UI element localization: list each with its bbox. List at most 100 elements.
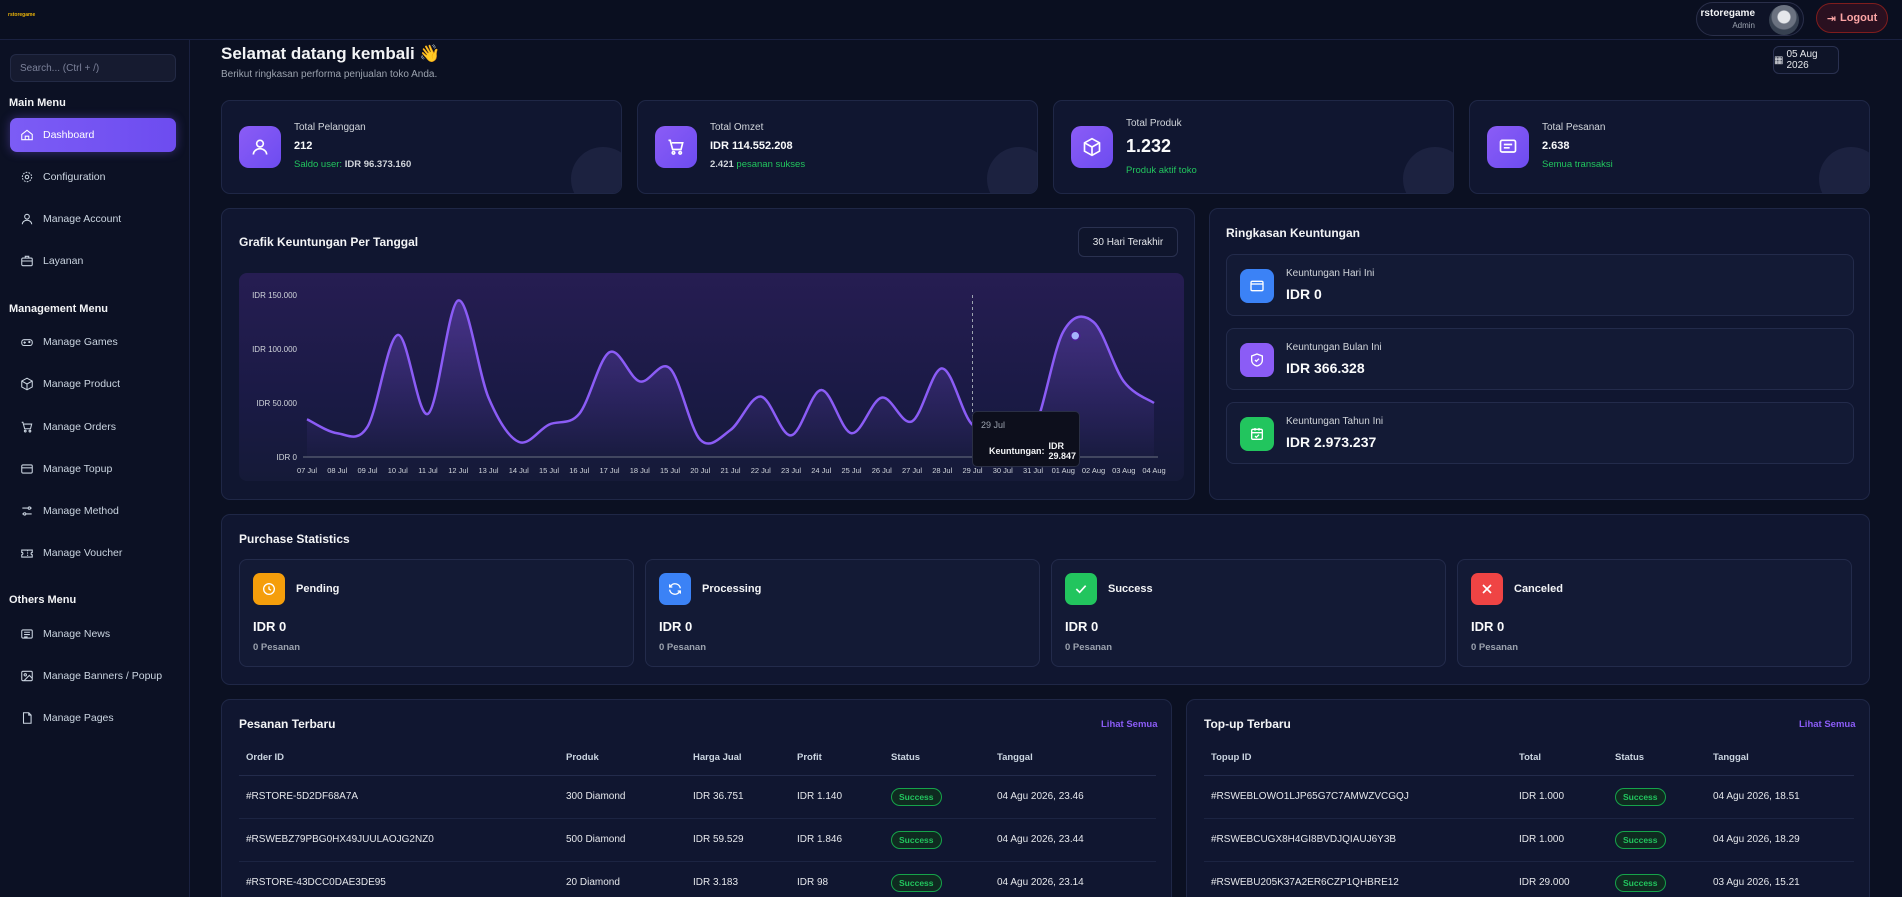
topups-see-all-link[interactable]: Lihat Semua (1799, 719, 1856, 730)
table-row[interactable]: #RSWEBLOWO1LJP65G7C7AMWZVCGQJ IDR 1.000 Su… (1204, 775, 1854, 819)
sidebar-item-label: Manage News (43, 628, 111, 640)
table-cell: IDR 3.183 (686, 861, 790, 897)
sidebar-item-manage-account[interactable]: Manage Account (10, 202, 176, 236)
table-cell: 04 Agu 2026, 18.51 (1706, 775, 1854, 819)
avatar (1769, 5, 1799, 35)
summary-value: IDR 2.973.237 (1286, 434, 1377, 450)
orders-see-all-link[interactable]: Lihat Semua (1101, 719, 1158, 730)
sidebar-item-manage-news[interactable]: Manage News (10, 617, 176, 651)
file-icon (20, 711, 34, 725)
table-cell: Success (1608, 818, 1706, 862)
table-cell: IDR 1.140 (790, 775, 884, 819)
orders-title: Pesanan Terbaru (239, 717, 336, 731)
status-label: Canceled (1514, 583, 1563, 595)
summary-label: Keuntungan Tahun Ini (1286, 416, 1384, 427)
y-tick-label: IDR 0 (277, 453, 298, 462)
column-header[interactable]: Produk (559, 741, 686, 776)
table-row[interactable]: #RSTORE-5D2DF68A7A 300 Diamond IDR 36.751 I… (239, 775, 1156, 819)
column-header[interactable]: Status (884, 741, 990, 776)
summary-year: Keuntungan Tahun Ini IDR 2.973.237 (1226, 402, 1854, 464)
ticket-icon (20, 546, 34, 560)
table-cell: 04 Agu 2026, 23.46 (990, 775, 1156, 819)
table-cell: #RSWEBLOWO1LJP65G7C7AMWZVCGQJ (1204, 775, 1512, 819)
x-tick-label: 28 Jul (932, 466, 952, 475)
x-tick-label: 17 Jul (599, 466, 619, 475)
status-value: IDR 0 (253, 619, 287, 634)
sidebar-item-manage-voucher[interactable]: Manage Voucher (10, 536, 176, 570)
stat-label: Total Omzet (710, 122, 764, 133)
sidebar-item-layanan[interactable]: Layanan (10, 244, 176, 278)
x-tick-label: 01 Aug (1052, 466, 1075, 475)
logout-button[interactable]: ⇥ Logout (1816, 3, 1888, 33)
column-header[interactable]: Topup ID (1204, 741, 1512, 776)
table-row[interactable]: #RSWEBCUGX8H4GI8BVDJQIAUJ6Y3B IDR 1.000 Su… (1204, 818, 1854, 862)
status-badge: Success (891, 830, 942, 849)
table-cell: IDR 29.000 (1512, 861, 1608, 897)
stat-value: 2.638 (1542, 140, 1570, 152)
table-cell: IDR 36.751 (686, 775, 790, 819)
table-cell: 300 Diamond (559, 775, 686, 819)
x-tick-label: 24 Jul (811, 466, 831, 475)
table-cell: IDR 1.000 (1512, 818, 1608, 862)
menu-group-title: Management Menu (9, 303, 109, 315)
sidebar-item-manage-banners-popup[interactable]: Manage Banners / Popup (10, 659, 176, 693)
status-label: Success (1108, 583, 1153, 595)
sidebar-item-manage-product[interactable]: Manage Product (10, 367, 176, 401)
sidebar-item-label: Manage Banners / Popup (43, 670, 163, 682)
sidebar-item-label: Dashboard (43, 129, 95, 141)
column-header[interactable]: Total (1512, 741, 1608, 776)
column-header[interactable]: Status (1608, 741, 1706, 776)
summary-value: IDR 0 (1286, 286, 1322, 302)
status-badge: Success (891, 873, 942, 892)
x-tick-label: 31 Jul (1023, 466, 1043, 475)
x-tick-label: 21 Jul (720, 466, 740, 475)
sidebar-item-manage-method[interactable]: Manage Method (10, 494, 176, 528)
data-point-marker (1070, 330, 1081, 341)
status-badge: Success (1615, 787, 1666, 806)
sidebar-item-manage-pages[interactable]: Manage Pages (10, 701, 176, 735)
topups-title: Top-up Terbaru (1204, 717, 1291, 731)
sidebar-item-dashboard[interactable]: Dashboard (10, 118, 176, 152)
topups-table: Topup ID Total Status Tanggal #RSWEBLOWO1LJP… (1204, 741, 1854, 897)
sidebar-item-label: Manage Topup (43, 463, 113, 475)
table-row[interactable]: #RSTORE-43DCC0DAE3DE95 20 Diamond IDR 3.18… (239, 861, 1156, 897)
range-select[interactable]: 30 Hari Terakhir (1078, 227, 1178, 257)
column-header[interactable]: Order ID (239, 741, 559, 776)
column-header[interactable]: Tanggal (990, 741, 1156, 776)
column-header[interactable]: Harga Jual (686, 741, 790, 776)
status-count: 0 Pesanan (659, 642, 706, 653)
table-row[interactable]: #RSWEBZ79PBG0HX49JUULAOJG2NZ0 500 Diamond… (239, 818, 1156, 862)
x-tick-label: 20 Jul (690, 466, 710, 475)
chart-tooltip: 29 Jul Keuntungan: IDR 29.847 (972, 411, 1080, 467)
profit-chart-card: Grafik Keuntungan Per Tanggal 30 Hari Te… (221, 208, 1195, 500)
column-header[interactable]: Profit (790, 741, 884, 776)
search-input[interactable] (10, 54, 176, 82)
table-cell: Success (1608, 861, 1706, 897)
table-cell: 500 Diamond (559, 818, 686, 862)
column-header[interactable]: Tanggal (1706, 741, 1854, 776)
table-row[interactable]: #RSWEBU205K37A2ER6CZP1QHBRE12 IDR 29.000 S… (1204, 861, 1854, 897)
logo[interactable]: rstoregame (8, 12, 35, 18)
sidebar-item-label: Manage Orders (43, 421, 116, 433)
user-menu[interactable]: rstoregame Admin (1696, 2, 1804, 36)
date-display[interactable]: ▦ 05 Aug 2026 (1773, 46, 1839, 74)
cart-icon (20, 420, 34, 434)
stat-label: Total Pelanggan (294, 122, 366, 133)
stat-value: 1.232 (1126, 136, 1172, 156)
table-cell: Success (884, 818, 990, 862)
main-content: Selamat datang kembali 👋 Berikut ringkas… (191, 40, 1902, 897)
table-cell: 20 Diamond (559, 861, 686, 897)
x-tick-label: 15 Jul (660, 466, 680, 475)
sidebar-item-manage-orders[interactable]: Manage Orders (10, 410, 176, 444)
logout-icon: ⇥ (1826, 12, 1836, 25)
tooltip-date: 29 Jul (981, 420, 1006, 430)
box-icon (20, 377, 34, 391)
stat-extra: Semua transaksi (1542, 159, 1613, 170)
sidebar-item-manage-games[interactable]: Manage Games (10, 325, 176, 359)
table-header-row: Order ID Produk Harga Jual Profit Status Tang… (239, 741, 1156, 776)
sidebar-item-manage-topup[interactable]: Manage Topup (10, 452, 176, 486)
x-tick-label: 15 Jul (539, 466, 559, 475)
sidebar-item-configuration[interactable]: Configuration (10, 160, 176, 194)
table-cell: #RSTORE-5D2DF68A7A (239, 775, 559, 819)
stat-extra: Saldo user: IDR 96.373.160 (294, 159, 412, 170)
